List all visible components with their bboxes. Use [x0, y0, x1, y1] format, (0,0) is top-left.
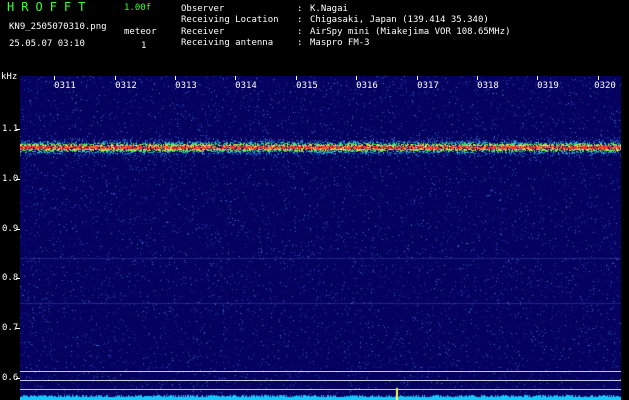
meta-separator: : [297, 38, 303, 48]
x-tick-mark [175, 76, 176, 80]
y-tick-mark [16, 378, 20, 379]
x-tick-mark [115, 76, 116, 80]
guide-line [20, 371, 621, 372]
meta-value: Chigasaki, Japan (139.414 35.340) [310, 15, 489, 25]
x-tick-label: 0315 [296, 81, 318, 91]
x-tick-label: 0319 [537, 81, 559, 91]
datetime-label: 25.05.07 03:10 [9, 39, 85, 49]
detection-count: 1 [141, 41, 147, 51]
x-tick-mark [598, 76, 599, 80]
x-tick-mark [477, 76, 478, 80]
guide-line [20, 380, 621, 381]
y-tick-mark [16, 328, 20, 329]
meta-key: Receiving antenna [181, 38, 274, 48]
x-tick-mark [537, 76, 538, 80]
meta-value: AirSpy mini (Miakejima VOR 108.65MHz) [310, 27, 511, 37]
x-tick-label: 0314 [235, 81, 257, 91]
x-tick-mark [417, 76, 418, 80]
axis-unit-label: kHz [1, 72, 18, 82]
app-title: HROFFT [7, 0, 93, 14]
meta-key: Receiving Location [181, 15, 279, 25]
y-tick-mark [16, 179, 20, 180]
spectrogram [20, 76, 621, 400]
x-tick-mark [54, 76, 55, 80]
meta-row-antenna: Receiving antenna: Maspro FM-3 [181, 37, 370, 49]
x-tick-label: 0312 [115, 81, 137, 91]
x-tick-label: 0311 [54, 81, 76, 91]
x-tick-label: 0316 [356, 81, 378, 91]
x-tick-label: 0320 [594, 81, 616, 91]
meta-row-location: Receiving Location: Chigasaki, Japan (139… [181, 14, 489, 26]
y-tick-mark [16, 278, 20, 279]
y-tick-mark [16, 229, 20, 230]
x-tick-mark [356, 76, 357, 80]
guide-line [20, 389, 621, 390]
x-tick-mark [235, 76, 236, 80]
x-tick-label: 0318 [477, 81, 499, 91]
x-tick-label: 0313 [175, 81, 197, 91]
filename-label: KN9_2505070310.png [9, 22, 107, 32]
x-tick-mark [296, 76, 297, 80]
meta-value: K.Nagai [310, 4, 348, 14]
meta-value: Maspro FM-3 [310, 38, 370, 48]
spectrogram-canvas [20, 76, 621, 400]
version-label: 1.00f [124, 3, 152, 13]
y-tick-mark [16, 129, 20, 130]
x-tick-label: 0317 [417, 81, 439, 91]
mode-label: meteor [124, 27, 157, 37]
meta-separator: : [297, 15, 303, 25]
